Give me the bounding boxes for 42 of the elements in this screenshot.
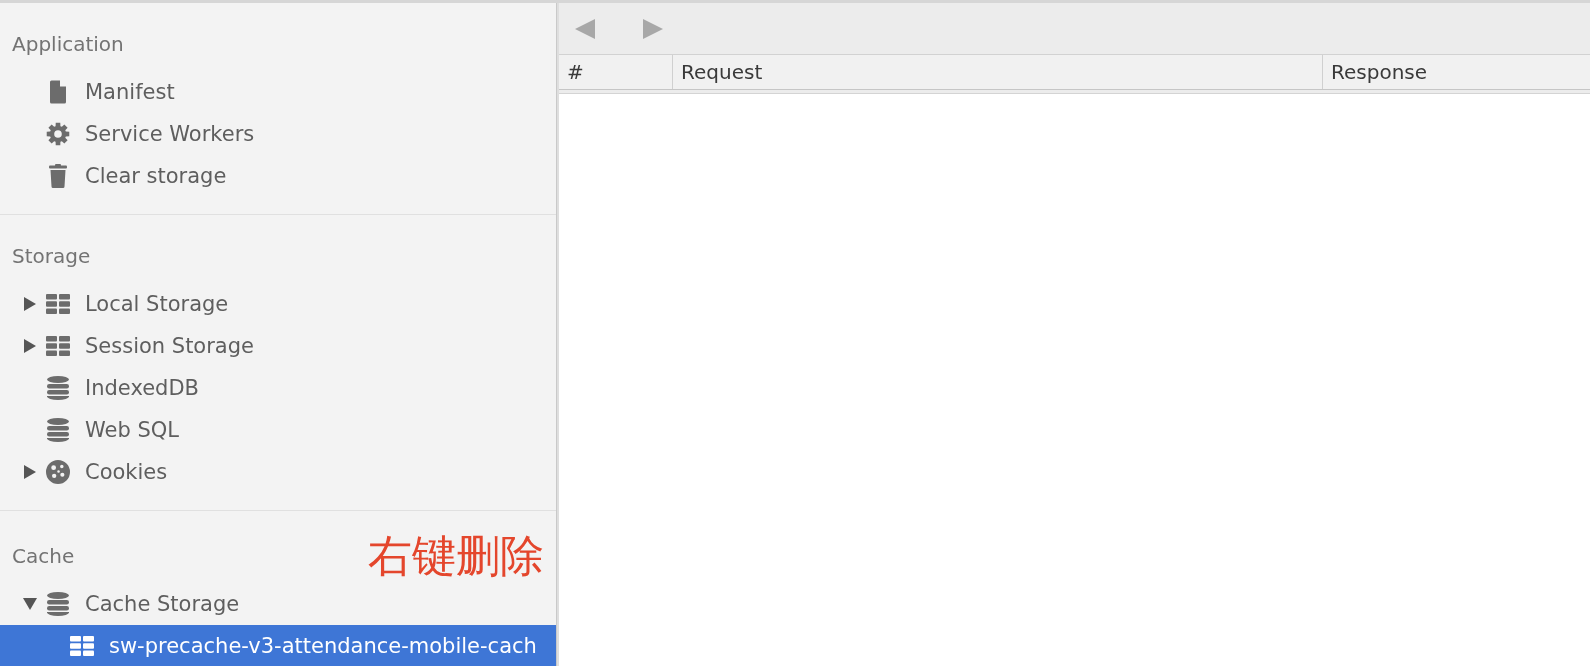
- tree-item[interactable]: Clear storage: [0, 155, 556, 197]
- left-triangle-icon: [575, 18, 595, 39]
- tree-item-label: Session Storage: [85, 334, 254, 358]
- expand-arrow-icon[interactable]: [23, 465, 37, 479]
- database-icon: [46, 376, 70, 400]
- tree-item[interactable]: sw-precache-v3-attendance-mobile-cach: [0, 625, 556, 666]
- tree-item[interactable]: Session Storage: [0, 325, 556, 367]
- tree-item-label: Manifest: [85, 80, 175, 104]
- column-header: #: [559, 55, 673, 89]
- column-header: Response: [1330, 59, 1429, 86]
- tree-item-label: Clear storage: [85, 164, 227, 188]
- tree-item[interactable]: Cache Storage: [0, 583, 556, 625]
- section-title: Cache: [12, 544, 75, 568]
- column-header: Request: [673, 55, 1323, 89]
- tree-item[interactable]: Local Storage: [0, 283, 556, 325]
- section-title: Application: [12, 32, 124, 56]
- cookie-icon: [46, 460, 70, 484]
- tree-item-label: sw-precache-v3-attendance-mobile-cach: [109, 634, 537, 658]
- annotation-text: 右键删除: [368, 535, 544, 577]
- right-triangle-icon: [643, 18, 663, 39]
- tree-item[interactable]: Service Workers: [0, 113, 556, 155]
- tree-item-label: IndexedDB: [85, 376, 199, 400]
- tree-item[interactable]: Manifest: [0, 71, 556, 113]
- tree-item[interactable]: Cookies: [0, 451, 556, 493]
- database-icon: [46, 592, 70, 616]
- trash-icon: [46, 164, 70, 188]
- database-icon: [46, 418, 70, 442]
- table-icon: [46, 334, 70, 358]
- expand-arrow-icon[interactable]: [23, 339, 37, 353]
- tree-item-label: Web SQL: [85, 418, 180, 442]
- tree-item-label: Cache Storage: [85, 592, 240, 616]
- tree-item-label: Service Workers: [85, 122, 255, 146]
- tree-item-label: Local Storage: [85, 292, 229, 316]
- tree-item-label: Cookies: [85, 460, 168, 484]
- section-title: Storage: [12, 244, 91, 268]
- tree-item[interactable]: IndexedDB: [0, 367, 556, 409]
- settings-icon: [46, 122, 70, 146]
- collapse-arrow-icon[interactable]: [23, 597, 37, 611]
- table-icon: [70, 634, 94, 658]
- expand-arrow-icon[interactable]: [23, 297, 37, 311]
- tree-item[interactable]: Web SQL: [0, 409, 556, 451]
- table-icon: [46, 292, 70, 316]
